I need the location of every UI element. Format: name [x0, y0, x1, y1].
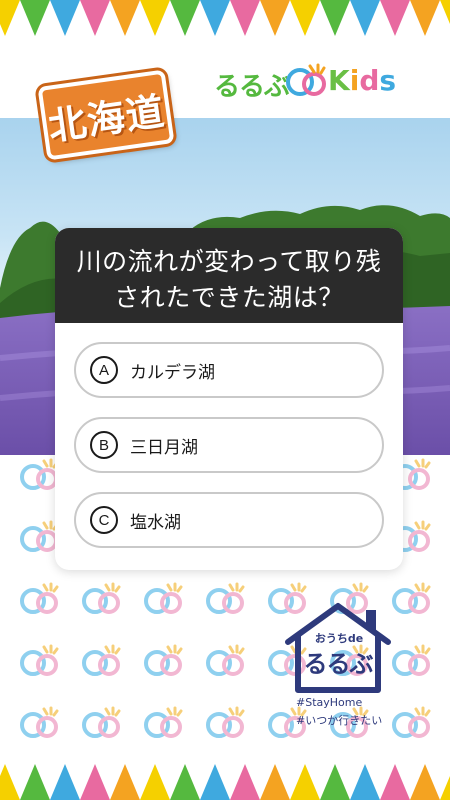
pattern-logo-icon [206, 582, 245, 614]
brand-de-icon [286, 63, 326, 96]
bunting-flag [110, 764, 140, 800]
answer-option-b[interactable]: B 三日月湖 [74, 417, 384, 473]
bunting-flag [170, 764, 200, 800]
bunting-flag [290, 764, 320, 800]
stayhome-hashtag: #StayHome [296, 696, 363, 709]
pattern-logo-icon [392, 706, 431, 738]
bunting-flag [200, 764, 230, 800]
bunting-flag [230, 764, 260, 800]
kids-letter-d: d [359, 64, 380, 97]
bunting-flag [290, 0, 320, 36]
pattern-logo-icon [206, 706, 245, 738]
rurubu-kids-logo: るるぶ Kids [214, 62, 400, 102]
bunting-flag [0, 764, 20, 800]
bunting-flag [230, 0, 260, 36]
bunting-flag [140, 0, 170, 36]
bunting-flag [380, 764, 410, 800]
bunting-flag [20, 764, 50, 800]
pattern-logo-icon [144, 706, 183, 738]
bunting-flag [50, 0, 80, 36]
kids-letter-s: s [379, 64, 397, 97]
stayhome-logo: おうちde るるぶ #StayHome #いつか行きたい [280, 600, 396, 730]
option-text-a: カルデラ湖 [130, 362, 215, 383]
bunting-flag [380, 0, 410, 36]
pattern-logo-icon [20, 644, 59, 676]
option-letter-a: A [90, 356, 118, 384]
bunting-flag [260, 764, 290, 800]
option-letter-c: C [90, 506, 118, 534]
pattern-logo-icon [206, 644, 245, 676]
bunting-flag [110, 0, 140, 36]
bunting-flag [260, 0, 290, 36]
bunting-flag [350, 0, 380, 36]
bunting-flag [140, 764, 170, 800]
pattern-logo-icon [20, 706, 59, 738]
bunting-top [0, 0, 450, 36]
stayhome-line2: るるぶ [303, 650, 374, 678]
bunting-flag [200, 0, 230, 36]
bunting-flag [320, 0, 350, 36]
kids-letter-k: K [328, 64, 350, 97]
pattern-logo-icon [82, 582, 121, 614]
kids-letter-i: i [349, 64, 360, 97]
bunting-flag [50, 764, 80, 800]
bunting-flag [440, 0, 450, 24]
quiz-card: 川の流れが変わって取り残されたできた湖は？ A カルデラ湖 B 三日月湖 C 塩… [55, 228, 403, 570]
travel-hashtag: #いつか行きたい [296, 714, 383, 727]
pattern-logo-icon [82, 706, 121, 738]
bunting-flag [0, 0, 20, 36]
pattern-logo-icon [20, 582, 59, 614]
answer-option-a[interactable]: A カルデラ湖 [74, 342, 384, 398]
pattern-logo-icon [392, 644, 431, 676]
option-text-b: 三日月湖 [130, 437, 198, 458]
bunting-flag [320, 764, 350, 800]
bunting-bottom [0, 764, 450, 800]
bunting-flag [170, 0, 200, 36]
bunting-flag [410, 0, 440, 36]
brand-kids-text: Kids [328, 64, 396, 97]
brand-rurubu-text: るるぶ [214, 72, 290, 102]
bunting-flag [440, 776, 450, 800]
pattern-logo-icon [392, 582, 431, 614]
option-text-c: 塩水湖 [130, 512, 181, 533]
bunting-flag [80, 0, 110, 36]
pattern-logo-icon [144, 644, 183, 676]
pattern-logo-icon [82, 644, 121, 676]
bunting-flag [350, 764, 380, 800]
bunting-flag [410, 764, 440, 800]
answer-options: A カルデラ湖 B 三日月湖 C 塩水湖 [55, 323, 403, 548]
region-label: 北海道 [45, 87, 168, 149]
bunting-flag [80, 764, 110, 800]
pattern-logo-icon [144, 582, 183, 614]
option-letter-b: B [90, 431, 118, 459]
bunting-flag [20, 0, 50, 36]
quiz-question: 川の流れが変わって取り残されたできた湖は？ [55, 228, 403, 323]
answer-option-c[interactable]: C 塩水湖 [74, 492, 384, 548]
